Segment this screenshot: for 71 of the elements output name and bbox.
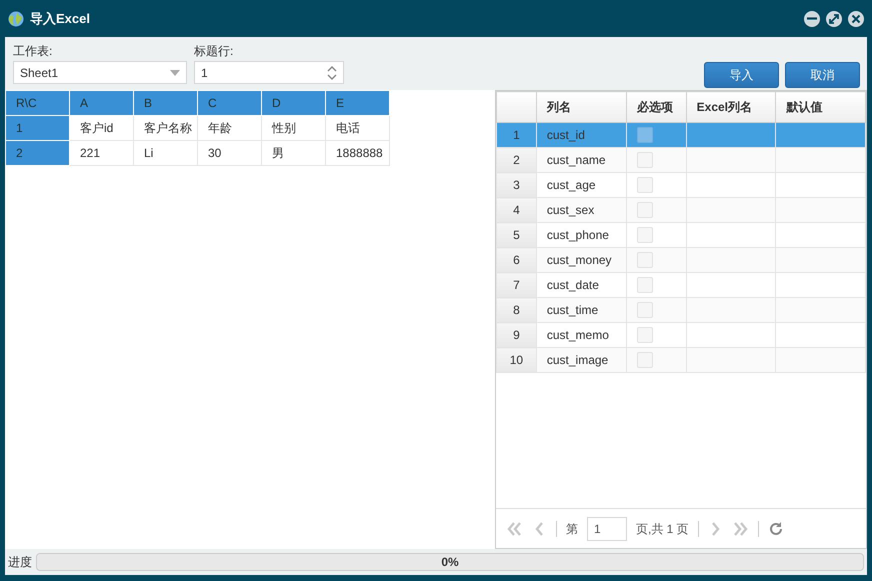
- row-number: 7: [496, 272, 536, 298]
- row-number: 8: [496, 298, 536, 322]
- sheet-select[interactable]: Sheet1: [13, 61, 187, 84]
- table-row[interactable]: 3 cust_age: [496, 172, 866, 198]
- row-header: 2: [6, 140, 70, 166]
- table-row[interactable]: 8 cust_time: [496, 298, 866, 322]
- table-cell: 221: [70, 140, 134, 166]
- checkbox[interactable]: [636, 127, 653, 143]
- caret-icon: [170, 70, 180, 76]
- field-label: 标题行:: [194, 43, 234, 60]
- table-cell: 客户名称: [134, 116, 198, 140]
- page-number-field[interactable]: 1: [587, 516, 627, 540]
- progress-bar: 0%: [36, 553, 864, 571]
- row-header: 1: [6, 116, 70, 140]
- maximize-button[interactable]: [826, 10, 842, 26]
- table-row[interactable]: 6 cust_money: [496, 248, 866, 272]
- minimize-button[interactable]: [804, 10, 820, 26]
- globe-icon: [8, 10, 24, 26]
- table-cell: 1888888: [326, 140, 390, 166]
- pager-label: 第: [566, 520, 578, 538]
- table-cell: cust_time: [536, 298, 626, 322]
- table-cell: cust_id: [536, 122, 626, 148]
- row-number: 1: [496, 122, 536, 148]
- column-header: A: [70, 90, 134, 116]
- column-header: Excel列名: [686, 92, 776, 122]
- table-cell: 30: [198, 140, 262, 166]
- row-number: 9: [496, 322, 536, 348]
- row-number: 2: [496, 148, 536, 172]
- cancel-button[interactable]: 取消: [785, 62, 860, 88]
- table-cell: cust_money: [536, 248, 626, 272]
- table-row[interactable]: 9 cust_memo: [496, 322, 866, 348]
- table-cell: Li: [134, 140, 198, 166]
- table-cell: cust_sex: [536, 198, 626, 222]
- row-number: 5: [496, 222, 536, 248]
- pager-label: 页,共 1 页: [636, 520, 689, 538]
- column-header: 列名: [536, 92, 626, 122]
- table-cell: cust_name: [536, 148, 626, 172]
- header-row-spinner[interactable]: 1: [194, 61, 344, 84]
- table-cell: 男: [262, 140, 326, 166]
- column-header: R\C: [6, 90, 70, 116]
- refresh-icon[interactable]: [768, 520, 784, 536]
- column-header: 默认值: [776, 92, 866, 122]
- table-cell: 客户id: [70, 116, 134, 140]
- progress-label: 进度: [8, 554, 32, 571]
- first-page-icon[interactable]: [506, 520, 522, 536]
- row-number: 4: [496, 198, 536, 222]
- table-row[interactable]: 10 cust_image: [496, 348, 866, 372]
- column-header: 必选项: [626, 92, 686, 122]
- column-header: D: [262, 90, 326, 116]
- spinner-arrows-icon: [327, 65, 337, 82]
- column-header: C: [198, 90, 262, 116]
- field-label: 工作表:: [13, 43, 54, 60]
- table-cell: 年龄: [198, 116, 262, 140]
- table-cell: cust_image: [536, 348, 626, 372]
- table-row[interactable]: 1 cust_id: [496, 122, 866, 148]
- import-button[interactable]: 导入: [704, 62, 779, 88]
- column-header: E: [326, 90, 390, 116]
- minimize-icon: [807, 17, 817, 20]
- table-row[interactable]: 7 cust_date: [496, 272, 866, 298]
- table-row[interactable]: 5 cust_phone: [496, 222, 866, 248]
- row-number: 3: [496, 172, 536, 198]
- window-title: 导入Excel: [30, 10, 90, 28]
- row-number: 6: [496, 248, 536, 272]
- close-button[interactable]: [848, 10, 864, 26]
- table-row[interactable]: 2 cust_name: [496, 148, 866, 172]
- column-header: B: [134, 90, 198, 116]
- row-number: 10: [496, 348, 536, 372]
- last-page-icon[interactable]: [732, 520, 749, 536]
- table-cell: 电话: [326, 116, 390, 140]
- table-row[interactable]: 4 cust_sex: [496, 198, 866, 222]
- table-cell: 性别: [262, 116, 326, 140]
